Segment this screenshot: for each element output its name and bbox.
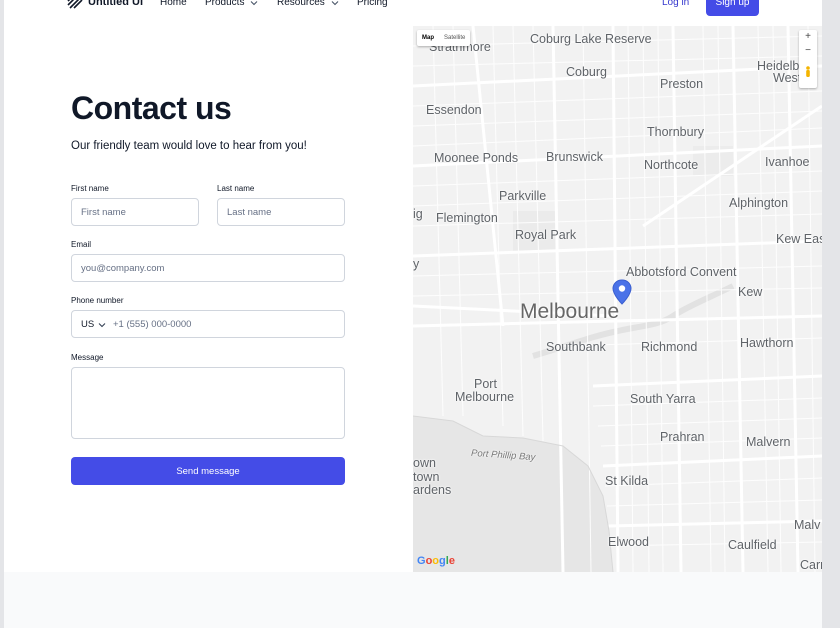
window-scrollbar-gutter (822, 0, 840, 628)
map-label-flemington-prefix: ig (413, 207, 423, 221)
map-type-map-button[interactable]: Map (417, 30, 439, 46)
zoom-in-button[interactable]: + (799, 30, 817, 44)
phone-number-field[interactable] (113, 312, 339, 336)
last-name-label: Last name (217, 184, 255, 193)
top-nav: Untitled UI Home Products Resources Pric… (4, 0, 822, 18)
map-label-southbank: Southbank (546, 340, 606, 354)
signup-button[interactable]: Sign up (706, 0, 759, 16)
map-type-satellite-button[interactable]: Satellite (439, 30, 470, 46)
map-label-coburg-lake: Coburg Lake Reserve (530, 32, 652, 46)
message-field[interactable] (71, 367, 345, 439)
page: Untitled UI Home Products Resources Pric… (4, 0, 822, 628)
map-label-port: Port (474, 377, 497, 391)
map-label-st-kilda: St Kilda (605, 474, 649, 488)
page-subtitle: Our friendly team would love to hear fro… (71, 140, 307, 152)
zoom-control: + − (799, 30, 817, 88)
nav-products-label: Products (205, 0, 245, 8)
map-label-south-yarra: South Yarra (630, 392, 696, 406)
map-label-parkville: Parkville (499, 189, 547, 203)
login-link[interactable]: Log in (662, 0, 689, 8)
map-label-preston: Preston (660, 77, 704, 91)
map-label-carr: Carr (800, 558, 822, 572)
google-logo-letter: e (448, 555, 455, 567)
footer-band (4, 572, 822, 628)
chevron-down-icon (251, 0, 258, 5)
pegman-icon[interactable] (805, 66, 811, 78)
map-label-moonee-ponds: Moonee Ponds (434, 151, 519, 165)
email-field[interactable] (71, 254, 345, 282)
send-message-button[interactable]: Send message (71, 457, 345, 485)
map-type-control: Map Satellite (417, 30, 471, 46)
map-label-alphington: Alphington (729, 196, 789, 210)
nav-products[interactable]: Products (205, 0, 258, 8)
map-label-richmond: Richmond (641, 340, 698, 354)
country-code: US (81, 319, 95, 330)
country-select[interactable]: US (81, 319, 106, 330)
map-label-town: town (413, 470, 440, 484)
last-name-field[interactable] (217, 198, 345, 226)
zoom-out-button[interactable]: − (799, 44, 817, 58)
nav-home-label: Home (160, 0, 187, 8)
map-label-malv: Malv (794, 518, 821, 532)
google-logo-letter: g (439, 555, 446, 567)
nav-resources[interactable]: Resources (277, 0, 339, 8)
phone-label: Phone number (71, 296, 124, 305)
first-name-field[interactable] (71, 198, 199, 226)
map-label-hawthorn: Hawthorn (740, 336, 794, 350)
map-label-caulfield: Caulfield (728, 538, 777, 552)
map-label-prahran: Prahran (660, 430, 705, 444)
chevron-down-icon (98, 322, 106, 327)
phone-field-group: US (71, 310, 345, 338)
logo[interactable]: Untitled UI (67, 0, 143, 9)
map-label-brunswick: Brunswick (546, 150, 603, 164)
nav-home[interactable]: Home (160, 0, 187, 8)
map-label-elwood: Elwood (608, 535, 649, 549)
map-label-royal-park: Royal Park (515, 228, 577, 242)
message-label: Message (71, 353, 104, 362)
map-label-ivanhoe: Ivanhoe (765, 155, 810, 169)
logo-mark-icon (67, 0, 83, 9)
map-label-ardens: ardens (413, 483, 452, 497)
map-label-melbourne: Melbourne (520, 300, 620, 323)
map-label-heidelberg-west: West (773, 71, 802, 85)
map-label-port-melbourne: Melbourne (455, 390, 515, 404)
email-label: Email (71, 240, 92, 249)
google-logo: Google (417, 555, 455, 567)
map-label-y-edge: y (413, 257, 420, 271)
map-label-kew-east: Kew Eas (776, 232, 822, 246)
map-label-abbotsford: Abbotsford Convent (626, 265, 737, 279)
map-label-thornbury: Thornbury (647, 125, 704, 139)
location-pin-icon[interactable] (612, 279, 632, 305)
google-logo-letter: G (417, 555, 426, 567)
nav-pricing[interactable]: Pricing (357, 0, 388, 8)
map-label-flemington: Flemington (436, 211, 498, 225)
nav-pricing-label: Pricing (357, 0, 388, 8)
map-label-malvern: Malvern (746, 435, 791, 449)
first-name-label: First name (71, 184, 109, 193)
nav-resources-label: Resources (277, 0, 325, 8)
map[interactable]: Strathmore Coburg Lake Reserve Heidelbe … (413, 26, 822, 572)
chevron-down-icon (331, 0, 339, 5)
page-title: Contact us (71, 90, 232, 126)
google-logo-text: Google (417, 555, 455, 567)
map-label-kew: Kew (738, 285, 763, 299)
map-label-coburg: Coburg (566, 65, 607, 79)
logo-text: Untitled UI (88, 0, 143, 8)
map-label-northcote: Northcote (644, 158, 699, 172)
map-label-own: own (413, 456, 436, 470)
map-label-essendon: Essendon (426, 103, 482, 117)
